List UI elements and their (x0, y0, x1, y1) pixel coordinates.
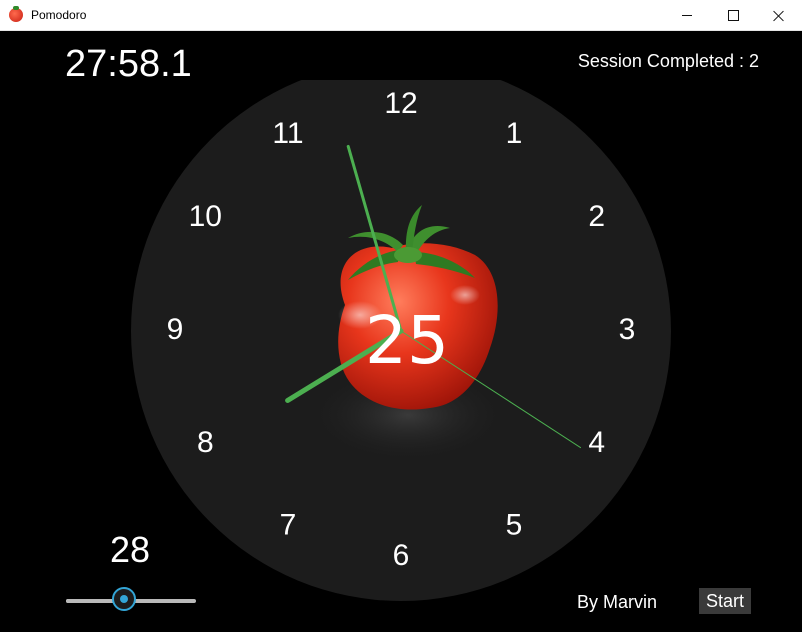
clock-number: 4 (588, 426, 605, 459)
clock-face: 121234567891011 25 (131, 80, 671, 601)
duration-slider[interactable] (66, 587, 196, 615)
slider-thumb[interactable] (111, 587, 136, 611)
app-area: 27:58.1 Session Completed : 2 12 1 2 3 4 5 6 7 8… (0, 31, 802, 632)
author-credit: By Marvin (577, 592, 658, 612)
close-icon (773, 10, 785, 22)
tomato-icon (9, 6, 23, 22)
start-button[interactable]: Start (699, 588, 751, 614)
clock-number: 2 (588, 200, 605, 233)
maximize-icon (727, 10, 739, 21)
clock-center-label: 25 (365, 302, 449, 379)
clock-number: 11 (272, 117, 303, 150)
clock-number: 7 (280, 509, 297, 542)
title-bar: Pomodoro (0, 0, 802, 31)
close-button[interactable] (756, 0, 802, 31)
clock-number: 12 (384, 87, 417, 120)
clock-number: 5 (506, 509, 523, 542)
maximize-button[interactable] (710, 0, 756, 31)
minimize-button[interactable] (664, 0, 710, 31)
session-counter: Session Completed : 2 (577, 51, 759, 71)
clock-number: 1 (506, 117, 523, 150)
window-title: Pomodoro (31, 8, 87, 22)
clock-number: 8 (197, 426, 214, 459)
clock-number: 10 (189, 200, 222, 233)
clock-number: 3 (619, 313, 636, 346)
duration-value: 28 (110, 529, 151, 570)
clock-number: 9 (167, 313, 184, 346)
clock-number: 6 (393, 539, 410, 572)
minimize-icon (682, 15, 692, 16)
